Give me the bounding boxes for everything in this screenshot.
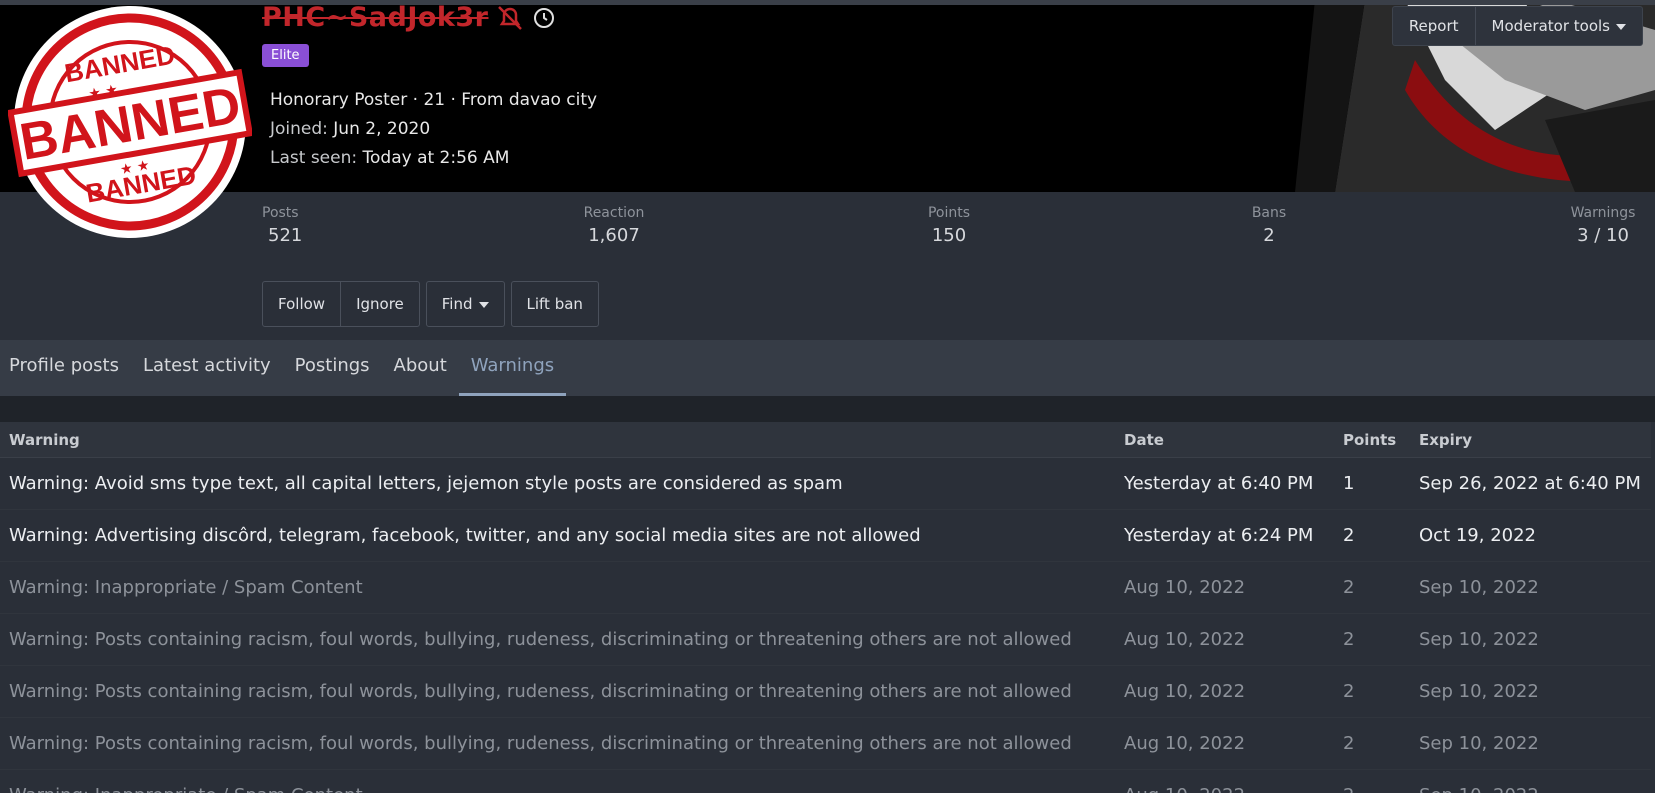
points-cell: 2 — [1343, 681, 1355, 702]
moderator-tools-button[interactable]: Moderator tools — [1474, 7, 1642, 45]
table-header: Warning Date Points Expiry — [0, 422, 1651, 458]
tab-postings[interactable]: Postings — [283, 340, 382, 396]
report-button[interactable]: Report — [1393, 7, 1475, 45]
moderator-tools-label: Moderator tools — [1491, 17, 1610, 35]
follow-button[interactable]: Follow — [263, 282, 340, 326]
stat-warnings[interactable]: Warnings 3 / 10 — [1566, 205, 1640, 246]
date-cell: Aug 10, 2022 — [1124, 733, 1246, 754]
caret-down-icon — [1616, 23, 1626, 30]
username[interactable]: PHC~SadJok3r — [262, 2, 488, 33]
expiry-cell: Sep 10, 2022 — [1419, 577, 1539, 598]
points-cell: 2 — [1343, 785, 1419, 793]
last-seen-line: Last seen: Today at 2:56 AM — [270, 144, 597, 173]
table-body: Warning: Avoid sms type text, all capita… — [0, 458, 1651, 793]
points-cell: 2 — [1343, 525, 1355, 546]
stat-reaction[interactable]: Reaction 1,607 — [581, 205, 647, 246]
points-cell: 2 — [1343, 577, 1355, 598]
points-cell: 2 — [1343, 733, 1355, 754]
warning-cell[interactable]: Warning: Posts containing racism, foul w… — [0, 629, 1124, 650]
header-expiry: Expiry — [1419, 431, 1472, 449]
stat-label: Warnings — [1570, 205, 1636, 221]
expiry-cell: Sep 10, 2022 — [1419, 785, 1651, 793]
points-cell: 1 — [1343, 473, 1355, 494]
tab-warnings[interactable]: Warnings — [458, 340, 567, 396]
stat-label: Posts — [262, 205, 299, 221]
date-cell: Yesterday at 6:40 PM — [1124, 473, 1314, 494]
find-label: Find — [441, 295, 473, 313]
table-row[interactable]: Warning: Posts containing racism, foul w… — [0, 718, 1651, 770]
expiry-cell: Sep 10, 2022 — [1419, 681, 1539, 702]
date-cell: Aug 10, 2022 — [1124, 577, 1246, 598]
user-badge-elite: Elite — [262, 44, 309, 67]
username-row: PHC~SadJok3r — [262, 2, 556, 33]
stat-label: Points — [927, 205, 971, 221]
stat-value: 521 — [268, 225, 303, 246]
joined-line: Joined: Jun 2, 2020 — [270, 115, 597, 144]
header-warning: Warning — [9, 431, 80, 449]
ignore-button[interactable]: Ignore — [340, 282, 419, 326]
no-notifications-icon[interactable] — [496, 4, 524, 32]
date-cell: Aug 10, 2022 — [1124, 681, 1246, 702]
tab-about[interactable]: About — [382, 340, 459, 396]
follow-ignore-group: Follow Ignore — [262, 281, 420, 327]
date-cell: Aug 10, 2022 — [1124, 629, 1246, 650]
lift-ban-group: Lift ban — [510, 281, 599, 327]
table-row[interactable]: Warning: Posts containing racism, foul w… — [0, 614, 1651, 666]
profile-actions: Follow Ignore Find Lift ban — [262, 281, 599, 327]
tab-latest-activity[interactable]: Latest activity — [131, 340, 283, 396]
avatar[interactable]: BANNED BANNED BANNED ★ ★ ★ ★ — [8, 4, 252, 240]
expiry-cell: Oct 19, 2022 — [1419, 525, 1536, 546]
stat-value: 2 — [1263, 225, 1275, 246]
table-row[interactable]: Warning: Inappropriate / Spam ContentAug… — [0, 770, 1651, 793]
stat-points[interactable]: Points 150 — [924, 205, 974, 246]
date-cell: Aug 10, 2022 — [1124, 785, 1343, 793]
warning-cell[interactable]: Warning: Posts containing racism, foul w… — [0, 681, 1124, 702]
last-seen-value: Today at 2:56 AM — [362, 148, 510, 168]
expiry-cell: Sep 10, 2022 — [1419, 629, 1539, 650]
table-row[interactable]: Warning: Inappropriate / Spam ContentAug… — [0, 562, 1651, 614]
profile-tabs: Profile posts Latest activity Postings A… — [0, 340, 1655, 396]
stat-label: Reaction — [583, 205, 645, 221]
points-cell: 2 — [1343, 629, 1355, 650]
section-divider — [0, 396, 1655, 422]
table-row[interactable]: Warning: Avoid sms type text, all capita… — [0, 458, 1651, 510]
tab-profile-posts[interactable]: Profile posts — [0, 340, 131, 396]
user-tagline: Honorary Poster · 21 · From davao city — [270, 90, 598, 110]
history-icon[interactable] — [532, 6, 556, 30]
warning-cell[interactable]: Warning: Avoid sms type text, all capita… — [0, 473, 1124, 494]
warning-cell[interactable]: Warning: Inappropriate / Spam Content — [0, 785, 1124, 793]
warning-cell[interactable]: Warning: Advertising discôrd, telegram, … — [0, 525, 1124, 546]
warning-cell[interactable]: Warning: Posts containing racism, foul w… — [0, 733, 1124, 754]
lift-ban-button[interactable]: Lift ban — [512, 282, 598, 326]
expiry-cell: Sep 10, 2022 — [1419, 733, 1539, 754]
joined-value: Jun 2, 2020 — [333, 119, 431, 139]
header-points: Points — [1343, 431, 1397, 449]
find-group: Find — [425, 281, 505, 327]
user-info: Honorary Poster · 21 · From davao city J… — [270, 86, 597, 173]
table-row[interactable]: Warning: Posts containing racism, foul w… — [0, 666, 1651, 718]
find-button[interactable]: Find — [427, 282, 504, 326]
date-cell: Yesterday at 6:24 PM — [1124, 525, 1314, 546]
moderation-toolbar: Report Moderator tools — [1391, 6, 1643, 46]
joined-label: Joined: — [270, 119, 328, 139]
expiry-cell: Sep 26, 2022 at 6:40 PM — [1419, 473, 1641, 494]
warnings-table: Warning Date Points Expiry Warning: Avoi… — [0, 422, 1651, 793]
header-date: Date — [1124, 431, 1164, 449]
stat-label: Bans — [1251, 205, 1287, 221]
stat-posts[interactable]: Posts 521 — [262, 205, 302, 246]
stat-bans[interactable]: Bans 2 — [1249, 205, 1289, 246]
last-seen-label: Last seen: — [270, 148, 358, 168]
table-row[interactable]: Warning: Advertising discôrd, telegram, … — [0, 510, 1651, 562]
stat-value: 1,607 — [588, 225, 640, 246]
stat-value: 150 — [931, 225, 967, 246]
stat-value: 3 / 10 — [1577, 225, 1629, 246]
warning-cell[interactable]: Warning: Inappropriate / Spam Content — [0, 577, 1124, 598]
caret-down-icon — [478, 301, 489, 308]
